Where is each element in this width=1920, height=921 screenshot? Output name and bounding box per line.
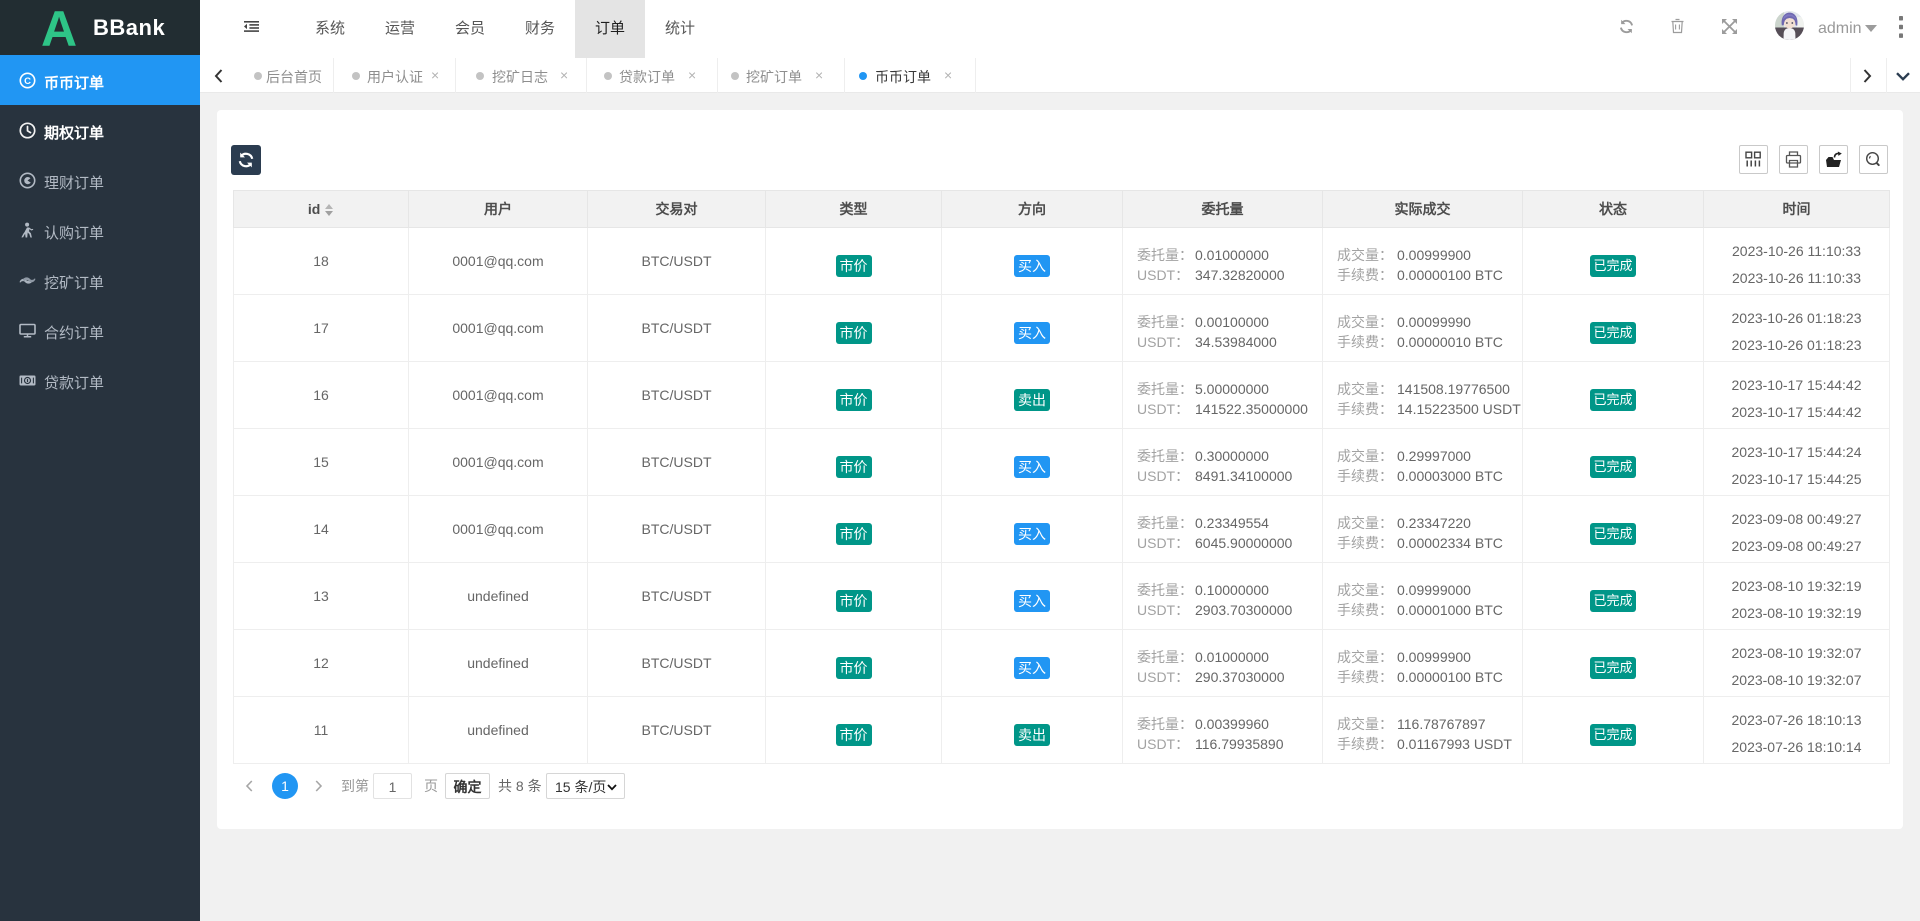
svg-text:C: C [24, 76, 31, 87]
